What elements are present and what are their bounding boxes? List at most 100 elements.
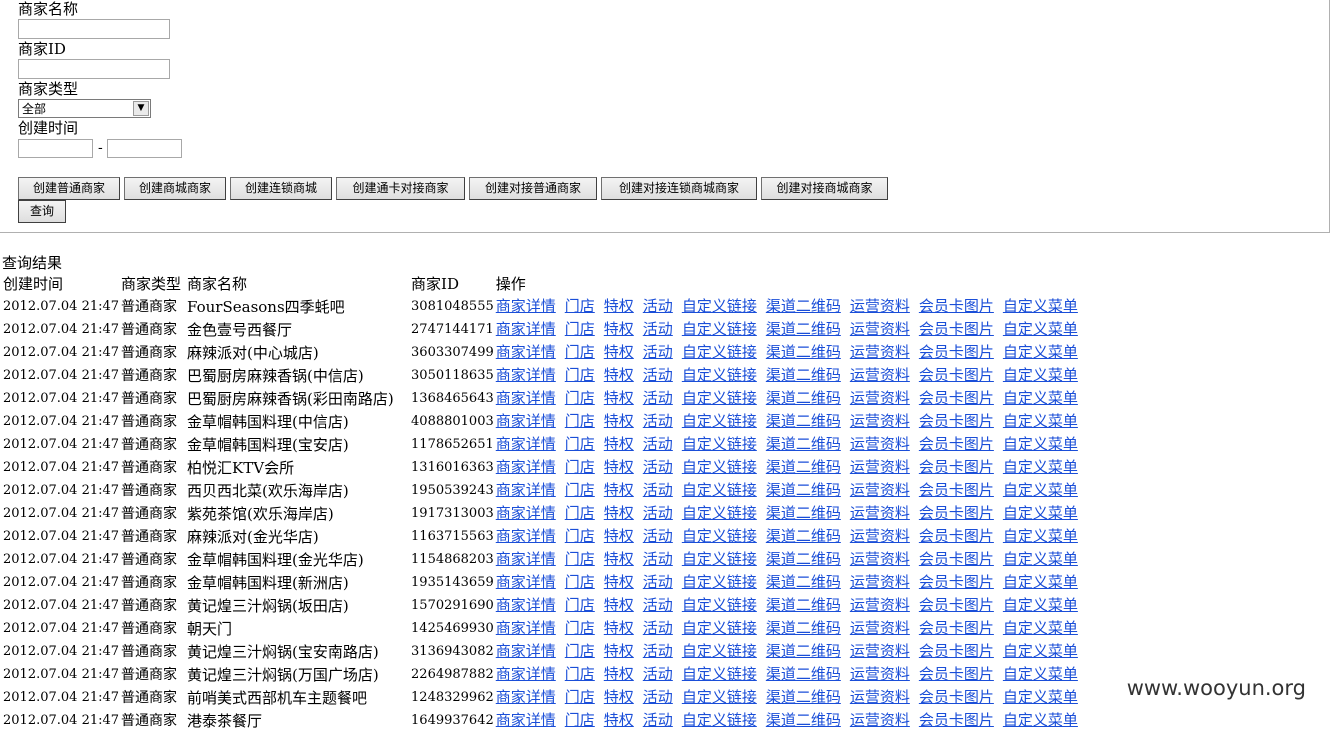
action-link-3[interactable]: 活动 — [643, 504, 673, 522]
action-link-8[interactable]: 自定义菜单 — [1003, 711, 1078, 729]
action-link-5[interactable]: 渠道二维码 — [766, 711, 841, 729]
action-link-1[interactable]: 门店 — [565, 550, 595, 568]
action-link-6[interactable]: 运营资料 — [850, 412, 910, 430]
action-link-3[interactable]: 活动 — [643, 366, 673, 384]
action-link-0[interactable]: 商家详情 — [496, 688, 556, 706]
action-link-7[interactable]: 会员卡图片 — [919, 711, 994, 729]
action-link-5[interactable]: 渠道二维码 — [766, 435, 841, 453]
action-link-7[interactable]: 会员卡图片 — [919, 504, 994, 522]
action-link-7[interactable]: 会员卡图片 — [919, 642, 994, 660]
create-normal-merchant-button[interactable]: 创建普通商家 — [18, 177, 120, 200]
action-link-3[interactable]: 活动 — [643, 458, 673, 476]
action-link-2[interactable]: 特权 — [604, 320, 634, 338]
action-link-6[interactable]: 运营资料 — [850, 550, 910, 568]
action-link-0[interactable]: 商家详情 — [496, 320, 556, 338]
action-link-2[interactable]: 特权 — [604, 573, 634, 591]
create-card-integration-merchant-button[interactable]: 创建通卡对接商家 — [336, 177, 465, 200]
action-link-6[interactable]: 运营资料 — [850, 504, 910, 522]
action-link-2[interactable]: 特权 — [604, 481, 634, 499]
action-link-7[interactable]: 会员卡图片 — [919, 573, 994, 591]
action-link-3[interactable]: 活动 — [643, 320, 673, 338]
action-link-2[interactable]: 特权 — [604, 688, 634, 706]
action-link-3[interactable]: 活动 — [643, 343, 673, 361]
action-link-4[interactable]: 自定义链接 — [682, 481, 757, 499]
action-link-1[interactable]: 门店 — [565, 343, 595, 361]
action-link-1[interactable]: 门店 — [565, 481, 595, 499]
action-link-4[interactable]: 自定义链接 — [682, 435, 757, 453]
action-link-8[interactable]: 自定义菜单 — [1003, 320, 1078, 338]
action-link-1[interactable]: 门店 — [565, 412, 595, 430]
action-link-0[interactable]: 商家详情 — [496, 711, 556, 729]
action-link-5[interactable]: 渠道二维码 — [766, 366, 841, 384]
action-link-2[interactable]: 特权 — [604, 297, 634, 315]
action-link-0[interactable]: 商家详情 — [496, 366, 556, 384]
action-link-0[interactable]: 商家详情 — [496, 435, 556, 453]
action-link-8[interactable]: 自定义菜单 — [1003, 619, 1078, 637]
action-link-5[interactable]: 渠道二维码 — [766, 665, 841, 683]
action-link-7[interactable]: 会员卡图片 — [919, 435, 994, 453]
action-link-5[interactable]: 渠道二维码 — [766, 481, 841, 499]
action-link-2[interactable]: 特权 — [604, 435, 634, 453]
action-link-5[interactable]: 渠道二维码 — [766, 527, 841, 545]
action-link-5[interactable]: 渠道二维码 — [766, 412, 841, 430]
action-link-8[interactable]: 自定义菜单 — [1003, 435, 1078, 453]
action-link-1[interactable]: 门店 — [565, 527, 595, 545]
action-link-5[interactable]: 渠道二维码 — [766, 297, 841, 315]
action-link-2[interactable]: 特权 — [604, 596, 634, 614]
action-link-8[interactable]: 自定义菜单 — [1003, 366, 1078, 384]
action-link-6[interactable]: 运营资料 — [850, 619, 910, 637]
action-link-6[interactable]: 运营资料 — [850, 711, 910, 729]
action-link-7[interactable]: 会员卡图片 — [919, 619, 994, 637]
action-link-0[interactable]: 商家详情 — [496, 527, 556, 545]
action-link-7[interactable]: 会员卡图片 — [919, 596, 994, 614]
chevron-down-icon[interactable]: ▼ — [133, 101, 149, 116]
action-link-4[interactable]: 自定义链接 — [682, 412, 757, 430]
action-link-0[interactable]: 商家详情 — [496, 573, 556, 591]
action-link-2[interactable]: 特权 — [604, 412, 634, 430]
action-link-8[interactable]: 自定义菜单 — [1003, 504, 1078, 522]
action-link-4[interactable]: 自定义链接 — [682, 688, 757, 706]
action-link-2[interactable]: 特权 — [604, 619, 634, 637]
action-link-7[interactable]: 会员卡图片 — [919, 688, 994, 706]
action-link-6[interactable]: 运营资料 — [850, 688, 910, 706]
action-link-0[interactable]: 商家详情 — [496, 550, 556, 568]
action-link-7[interactable]: 会员卡图片 — [919, 343, 994, 361]
action-link-2[interactable]: 特权 — [604, 458, 634, 476]
action-link-3[interactable]: 活动 — [643, 550, 673, 568]
action-link-6[interactable]: 运营资料 — [850, 665, 910, 683]
action-link-8[interactable]: 自定义菜单 — [1003, 665, 1078, 683]
action-link-7[interactable]: 会员卡图片 — [919, 320, 994, 338]
create-integration-mall-merchant-button[interactable]: 创建对接商城商家 — [761, 177, 888, 200]
action-link-6[interactable]: 运营资料 — [850, 596, 910, 614]
action-link-1[interactable]: 门店 — [565, 320, 595, 338]
action-link-6[interactable]: 运营资料 — [850, 642, 910, 660]
action-link-5[interactable]: 渠道二维码 — [766, 619, 841, 637]
action-link-7[interactable]: 会员卡图片 — [919, 297, 994, 315]
action-link-0[interactable]: 商家详情 — [496, 619, 556, 637]
action-link-7[interactable]: 会员卡图片 — [919, 527, 994, 545]
action-link-2[interactable]: 特权 — [604, 550, 634, 568]
date-to-input[interactable] — [107, 139, 182, 158]
action-link-0[interactable]: 商家详情 — [496, 504, 556, 522]
action-link-4[interactable]: 自定义链接 — [682, 458, 757, 476]
action-link-1[interactable]: 门店 — [565, 435, 595, 453]
action-link-6[interactable]: 运营资料 — [850, 481, 910, 499]
action-link-8[interactable]: 自定义菜单 — [1003, 688, 1078, 706]
action-link-3[interactable]: 活动 — [643, 297, 673, 315]
action-link-1[interactable]: 门店 — [565, 573, 595, 591]
action-link-4[interactable]: 自定义链接 — [682, 343, 757, 361]
action-link-4[interactable]: 自定义链接 — [682, 619, 757, 637]
action-link-3[interactable]: 活动 — [643, 435, 673, 453]
action-link-7[interactable]: 会员卡图片 — [919, 366, 994, 384]
action-link-1[interactable]: 门店 — [565, 458, 595, 476]
action-link-5[interactable]: 渠道二维码 — [766, 504, 841, 522]
action-link-8[interactable]: 自定义菜单 — [1003, 642, 1078, 660]
action-link-6[interactable]: 运营资料 — [850, 527, 910, 545]
action-link-6[interactable]: 运营资料 — [850, 435, 910, 453]
action-link-0[interactable]: 商家详情 — [496, 412, 556, 430]
action-link-1[interactable]: 门店 — [565, 504, 595, 522]
action-link-3[interactable]: 活动 — [643, 711, 673, 729]
query-button[interactable]: 查询 — [18, 200, 66, 223]
action-link-1[interactable]: 门店 — [565, 688, 595, 706]
action-link-8[interactable]: 自定义菜单 — [1003, 389, 1078, 407]
